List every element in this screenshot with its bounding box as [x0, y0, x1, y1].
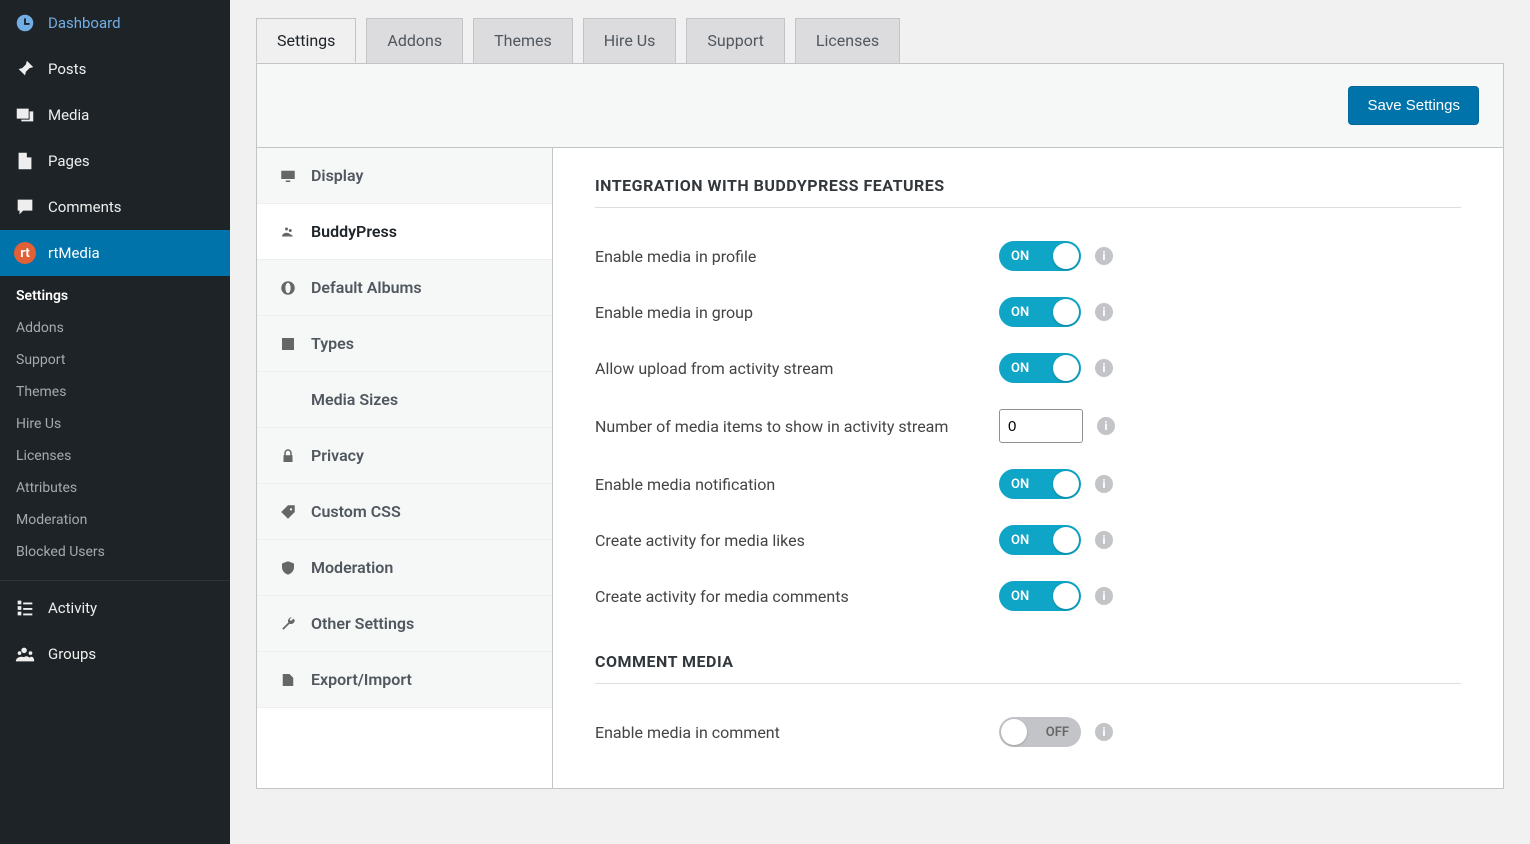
top-tabs: Settings Addons Themes Hire Us Support L…	[256, 18, 1504, 63]
subnav-privacy[interactable]: Privacy	[257, 428, 552, 483]
help-icon[interactable]: i	[1095, 359, 1113, 377]
toggle-activity-media-likes[interactable]: ON	[999, 525, 1081, 555]
submenu-themes[interactable]: Themes	[0, 376, 230, 408]
tab-themes[interactable]: Themes	[473, 18, 573, 63]
field-enable-media-profile: Enable media in profile ON i	[595, 228, 1461, 284]
subnav-types[interactable]: Types	[257, 316, 552, 371]
submenu-settings[interactable]: Settings	[0, 280, 230, 312]
submenu-attributes[interactable]: Attributes	[0, 472, 230, 504]
help-icon[interactable]: i	[1095, 531, 1113, 549]
comment-icon	[14, 196, 36, 218]
pin-icon	[14, 58, 36, 80]
settings-panel: Save Settings Display BuddyPress	[256, 63, 1504, 789]
section-title-comment-media: COMMENT MEDIA	[595, 652, 1461, 684]
film-icon	[279, 335, 297, 353]
help-icon[interactable]: i	[1095, 587, 1113, 605]
subnav-export-import[interactable]: Export/Import	[257, 652, 552, 707]
sidebar-label-rtmedia: rtMedia	[48, 244, 100, 262]
settings-subnav: Display BuddyPress Default Albums Types	[257, 148, 553, 788]
sidebar-item-pages[interactable]: Pages	[0, 138, 230, 184]
field-media-count-activity: Number of media items to show in activit…	[595, 396, 1461, 456]
field-enable-media-notification: Enable media notification ON i	[595, 456, 1461, 512]
help-icon[interactable]: i	[1095, 475, 1113, 493]
tab-hireus[interactable]: Hire Us	[583, 18, 677, 63]
subnav-default-albums[interactable]: Default Albums	[257, 260, 552, 315]
toggle-enable-media-comment[interactable]: OFF	[999, 717, 1081, 747]
main-content: Settings Addons Themes Hire Us Support L…	[230, 0, 1530, 844]
subnav-display[interactable]: Display	[257, 148, 552, 203]
tag-icon	[279, 503, 297, 521]
sidebar-item-rtmedia[interactable]: rt rtMedia	[0, 230, 230, 276]
tab-settings[interactable]: Settings	[256, 18, 356, 63]
sidebar-label-media: Media	[48, 106, 89, 124]
subnav-media-sizes[interactable]: Media Sizes	[257, 372, 552, 427]
submenu-support[interactable]: Support	[0, 344, 230, 376]
sidebar-label-groups: Groups	[48, 645, 96, 663]
sidebar-item-posts[interactable]: Posts	[0, 46, 230, 92]
rtmedia-submenu: Settings Addons Support Themes Hire Us L…	[0, 276, 230, 576]
sidebar-label-posts: Posts	[48, 60, 86, 78]
tab-support[interactable]: Support	[686, 18, 784, 63]
wp-admin-sidebar: Dashboard Posts Media Pages Comments rt	[0, 0, 230, 844]
toggle-enable-media-notification[interactable]: ON	[999, 469, 1081, 499]
submenu-hireus[interactable]: Hire Us	[0, 408, 230, 440]
sidebar-item-groups[interactable]: Groups	[0, 631, 230, 677]
help-icon[interactable]: i	[1097, 417, 1115, 435]
page-icon	[14, 150, 36, 172]
expand-icon	[279, 391, 297, 409]
dashboard-icon	[14, 12, 36, 34]
field-enable-media-comment: Enable media in comment OFF i	[595, 704, 1461, 760]
sidebar-item-media[interactable]: Media	[0, 92, 230, 138]
subnav-moderation[interactable]: Moderation	[257, 540, 552, 595]
help-icon[interactable]: i	[1095, 247, 1113, 265]
rtmedia-icon: rt	[14, 242, 36, 264]
field-activity-media-likes: Create activity for media likes ON i	[595, 512, 1461, 568]
groups-icon	[14, 643, 36, 665]
buddypress-icon	[279, 223, 297, 241]
subnav-buddypress[interactable]: BuddyPress	[257, 204, 552, 259]
panel-actions: Save Settings	[257, 64, 1503, 148]
subnav-custom-css[interactable]: Custom CSS	[257, 484, 552, 539]
help-icon[interactable]: i	[1095, 303, 1113, 321]
sidebar-item-dashboard[interactable]: Dashboard	[0, 0, 230, 46]
sidebar-label-activity: Activity	[48, 599, 97, 617]
wrench-icon	[279, 615, 297, 633]
help-icon[interactable]: i	[1095, 723, 1113, 741]
save-settings-button[interactable]: Save Settings	[1348, 86, 1479, 125]
toggle-enable-media-group[interactable]: ON	[999, 297, 1081, 327]
display-icon	[279, 167, 297, 185]
tab-addons[interactable]: Addons	[366, 18, 463, 63]
submenu-addons[interactable]: Addons	[0, 312, 230, 344]
toggle-allow-upload-activity[interactable]: ON	[999, 353, 1081, 383]
field-activity-media-comments: Create activity for media comments ON i	[595, 568, 1461, 624]
sidebar-item-comments[interactable]: Comments	[0, 184, 230, 230]
submenu-licenses[interactable]: Licenses	[0, 440, 230, 472]
lock-icon	[279, 447, 297, 465]
toggle-activity-media-comments[interactable]: ON	[999, 581, 1081, 611]
globe-icon	[279, 279, 297, 297]
section-title-buddypress: INTEGRATION WITH BUDDYPRESS FEATURES	[595, 176, 1461, 208]
submenu-blockedusers[interactable]: Blocked Users	[0, 536, 230, 568]
sidebar-label-dashboard: Dashboard	[48, 14, 121, 32]
shield-icon	[279, 559, 297, 577]
input-media-count-activity[interactable]	[999, 409, 1083, 443]
sidebar-label-pages: Pages	[48, 152, 90, 170]
export-icon	[279, 671, 297, 689]
settings-form: INTEGRATION WITH BUDDYPRESS FEATURES Ena…	[553, 148, 1503, 788]
subnav-other-settings[interactable]: Other Settings	[257, 596, 552, 651]
activity-icon	[14, 597, 36, 619]
field-allow-upload-activity: Allow upload from activity stream ON i	[595, 340, 1461, 396]
sidebar-item-activity[interactable]: Activity	[0, 585, 230, 631]
toggle-enable-media-profile[interactable]: ON	[999, 241, 1081, 271]
sidebar-label-comments: Comments	[48, 198, 122, 216]
submenu-moderation[interactable]: Moderation	[0, 504, 230, 536]
field-enable-media-group: Enable media in group ON i	[595, 284, 1461, 340]
tab-licenses[interactable]: Licenses	[795, 18, 900, 63]
media-icon	[14, 104, 36, 126]
